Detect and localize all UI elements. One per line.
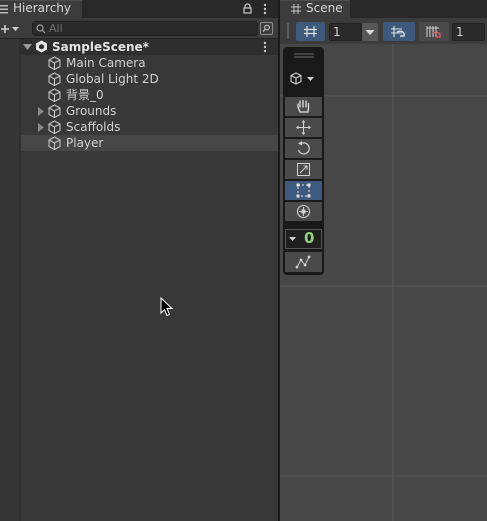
gameobject-cube-icon [48, 72, 61, 86]
transform-tool-button[interactable] [285, 202, 322, 221]
list-item-label: Player [66, 136, 104, 150]
overlay-drag-handle[interactable] [294, 53, 314, 58]
rotate-tool-button[interactable] [285, 139, 322, 158]
component-tool-button[interactable] [285, 252, 322, 272]
hierarchy-tab-label: Hierarchy [13, 1, 72, 15]
rect-tool-button[interactable] [285, 181, 322, 200]
list-item-label: Main Camera [66, 56, 146, 70]
list-item-global-light-2d[interactable]: Global Light 2D [21, 71, 278, 87]
move-tool-button[interactable] [285, 118, 322, 137]
increment-snap-button[interactable] [419, 22, 449, 41]
gameobject-cube-icon [48, 136, 61, 150]
custom-tool-dropdown[interactable]: 0 [285, 229, 322, 249]
scene-tab-label: Scene [306, 1, 343, 15]
scene-name-label: SampleScene* [52, 40, 149, 54]
view-tool-dropdown[interactable] [287, 70, 320, 88]
list-item-label: Scaffolds [66, 120, 121, 134]
lock-icon[interactable] [243, 3, 252, 14]
search-input[interactable] [49, 22, 249, 35]
list-item-player[interactable]: Player [21, 135, 278, 151]
foldout-collapsed-icon[interactable] [37, 107, 44, 116]
foldout-collapsed-icon[interactable] [37, 123, 44, 132]
hierarchy-gutter [0, 39, 19, 521]
scene-row[interactable]: SampleScene* [21, 39, 278, 55]
unity-scene-icon [35, 40, 48, 53]
list-item-grounds[interactable]: Grounds [21, 103, 278, 119]
gameobject-cube-icon [48, 56, 61, 70]
grid-size-field[interactable]: 1 [329, 23, 362, 41]
list-item-scaffolds[interactable]: Scaffolds [21, 119, 278, 135]
rotate-icon [297, 141, 310, 155]
path-edit-icon [295, 255, 311, 269]
more-options-icon[interactable] [263, 3, 267, 15]
foldout-expanded-icon[interactable] [23, 43, 32, 51]
scale-icon [297, 163, 310, 176]
grid-icon [291, 4, 301, 14]
scene-more-options-icon[interactable] [263, 41, 267, 53]
gameobject-cube-icon [48, 104, 61, 118]
hand-tool-button[interactable] [285, 97, 322, 116]
list-item-main-camera[interactable]: Main Camera [21, 55, 278, 71]
custom-tool-value: 0 [304, 229, 315, 247]
transform-icon [296, 204, 311, 219]
scale-tool-button[interactable] [285, 160, 322, 179]
list-item-background[interactable]: 背景_0 [21, 87, 278, 103]
search-icon [36, 24, 46, 34]
gameobject-cube-icon [48, 88, 61, 102]
toolbar-grip [287, 23, 289, 39]
move-arrows-icon [296, 120, 311, 135]
list-item-label: Global Light 2D [66, 72, 159, 86]
mouse-cursor-icon [160, 297, 174, 318]
hand-icon [297, 99, 310, 113]
list-item-label: Grounds [66, 104, 117, 118]
snap-increment-field[interactable]: 1 [452, 23, 485, 41]
grid-snap-button[interactable] [383, 22, 415, 41]
add-object-button[interactable] [0, 22, 22, 36]
search-scene-icon[interactable] [260, 22, 273, 35]
grid-dropdown-button[interactable] [362, 23, 378, 41]
list-item-label: 背景_0 [66, 88, 104, 102]
grid-visibility-button[interactable] [296, 22, 325, 41]
hamburger-icon [0, 4, 9, 14]
rect-transform-icon [296, 183, 311, 198]
gameobject-cube-icon [48, 120, 61, 134]
